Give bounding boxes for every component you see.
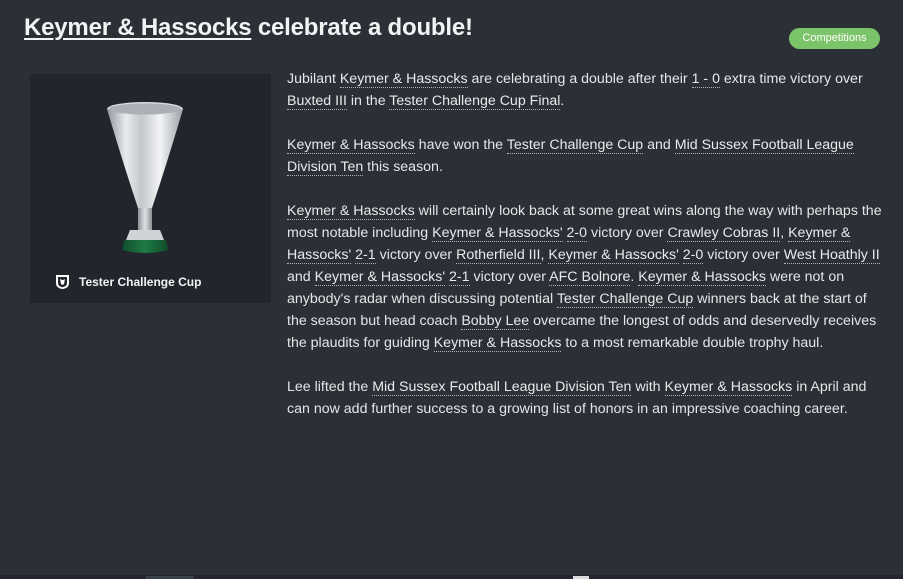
club-link[interactable]: Keymer & Hassocks [287,203,415,220]
headline-club-link[interactable]: Keymer & Hassocks [24,14,252,41]
text: victory over [587,225,668,241]
score-link[interactable]: 2-1 [355,247,376,264]
article-paragraph-4: Lee lifted the Mid Sussex Football Leagu… [287,376,887,420]
opponent-link[interactable]: Buxted III [287,93,347,110]
league-link[interactable]: Mid Sussex Football League Division Ten [372,379,632,396]
club-link[interactable]: Keymer & Hassocks [287,137,415,154]
headline-text: celebrate a double! [251,14,473,41]
text: and [643,137,675,153]
trophy-caption: Tester Challenge Cup [54,273,201,290]
trophy-cup-icon [107,102,183,253]
article-headline: Keymer & Hassocks celebrate a double! [24,14,473,42]
cup-link[interactable]: Tester Challenge Cup [506,137,644,154]
text: . [560,93,565,109]
opponent-link[interactable]: Rotherfield III [456,247,541,264]
club-link[interactable]: Keymer & Hassocks [638,269,767,286]
article-body: Jubilant Keymer & Hassocks are celebrati… [287,68,887,442]
text [563,225,567,241]
text: to a most remarkable double trophy haul. [561,335,824,351]
text: with [631,379,665,395]
text: victory over [375,247,457,263]
text: in the [346,93,390,109]
trophy-competition-name[interactable]: Tester Challenge Cup [79,275,201,289]
score-link[interactable]: 1 - 0 [691,71,720,88]
opponent-link[interactable]: Crawley Cobras II [667,225,781,242]
text: , [780,225,789,241]
text: victory over [469,269,550,285]
club-link[interactable]: Keymer & Hassocks' [432,225,563,242]
cup-link[interactable]: Tester Challenge Cup [556,291,694,308]
text: victory over [703,247,784,263]
competitions-tag[interactable]: Competitions [789,28,880,49]
cup-final-link[interactable]: Tester Challenge Cup Final [389,93,561,110]
competition-crest-icon [56,275,69,289]
article-paragraph-3: Keymer & Hassocks will certainly look ba… [287,200,887,354]
score-link[interactable]: 2-0 [682,247,704,264]
score-link[interactable]: 2-0 [566,225,588,242]
club-link[interactable]: Keymer & Hassocks [339,71,468,88]
text: have won the [414,137,507,153]
club-link[interactable]: Keymer & Hassocks [664,379,793,396]
text: this season. [363,159,443,175]
text: are celebrating a double after their [467,71,692,87]
text: Jubilant [287,71,340,87]
text: Lee lifted the [287,379,373,395]
coach-link[interactable]: Bobby Lee [461,313,530,330]
opponent-link[interactable]: West Hoathly II [783,247,880,264]
bottom-strip [0,575,903,579]
club-link[interactable]: Keymer & Hassocks' [314,269,446,286]
article-paragraph-1: Jubilant Keymer & Hassocks are celebrati… [287,68,887,112]
text: and [287,269,315,285]
article-paragraph-2: Keymer & Hassocks have won the Tester Ch… [287,134,887,178]
score-link[interactable]: 2-1 [449,269,470,286]
opponent-link[interactable]: AFC Bolnore [549,269,631,286]
text: extra time victory over [719,71,863,87]
club-link[interactable]: Keymer & Hassocks' [548,247,679,264]
trophy-card: Tester Challenge Cup [30,74,271,303]
club-link[interactable]: Keymer & Hassocks [433,335,562,352]
